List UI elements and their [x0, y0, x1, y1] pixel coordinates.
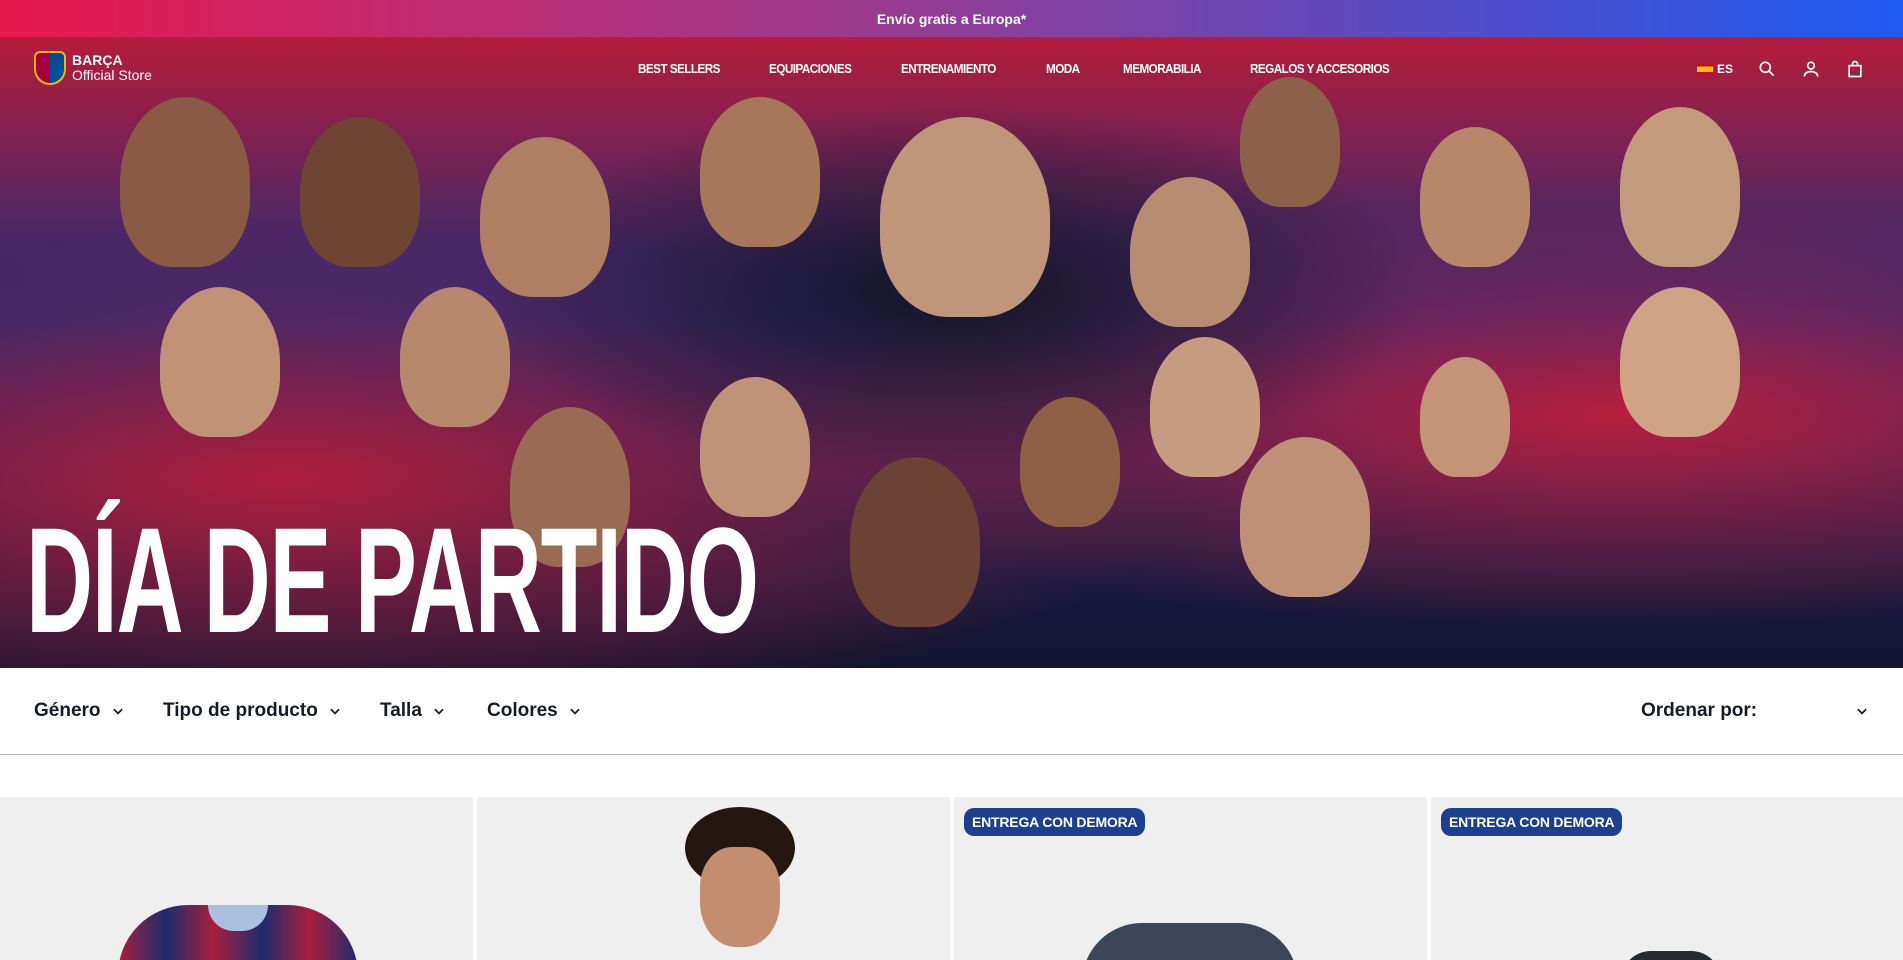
flag-es-icon — [1696, 63, 1713, 75]
search-icon[interactable] — [1757, 59, 1777, 79]
nav-entrenamiento[interactable]: ENTRENAMIENTO — [901, 61, 996, 76]
filter-label: Colores — [487, 700, 558, 721]
main-nav: BEST SELLERS EQUIPACIONES ENTRENAMIENTO … — [638, 61, 1444, 76]
nav-memorabilia[interactable]: MEMORABILIA — [1123, 61, 1201, 76]
site-header: BARÇA Official Store BEST SELLERS EQUIPA… — [0, 37, 1903, 101]
user-icon[interactable] — [1801, 59, 1821, 79]
product-card[interactable] — [0, 797, 473, 960]
filter-label: Talla — [380, 700, 422, 721]
product-image — [1082, 923, 1298, 960]
nav-regalos-accesorios[interactable]: REGALOS Y ACCESORIOS — [1250, 61, 1390, 76]
barca-crest-icon — [34, 51, 66, 85]
language-code: ES — [1716, 62, 1733, 76]
filter-colores[interactable]: Colores — [487, 700, 582, 722]
chevron-down-icon — [434, 708, 444, 715]
filter-bar: Género Tipo de producto Talla Colores Or… — [0, 668, 1903, 755]
product-image — [677, 807, 795, 960]
chevron-down-icon — [112, 708, 123, 715]
product-grid: ENTREGA CON DEMORA ENTREGA CON DEMORA — [0, 797, 1903, 960]
product-image — [1621, 951, 1721, 960]
nav-moda[interactable]: MODA — [1046, 61, 1080, 76]
filter-label: Tipo de producto — [163, 700, 318, 721]
product-image — [118, 905, 358, 960]
logo-title: BARÇA — [72, 52, 123, 68]
product-card[interactable]: ENTREGA CON DEMORA — [954, 797, 1427, 960]
language-selector[interactable]: ES — [1696, 62, 1733, 76]
filter-label: Género — [34, 700, 101, 721]
hero-title: DÍA DE PARTIDO — [26, 496, 759, 664]
promo-banner[interactable]: Envío gratis a Europa* — [0, 0, 1903, 37]
filter-tipo-producto[interactable]: Tipo de producto — [163, 700, 342, 722]
shopping-bag-icon[interactable] — [1845, 59, 1865, 79]
nav-equipaciones[interactable]: EQUIPACIONES — [769, 61, 852, 76]
hero-banner: DÍA DE PARTIDO — [0, 37, 1903, 668]
nav-best-sellers[interactable]: BEST SELLERS — [638, 61, 720, 76]
filter-talla[interactable]: Talla — [380, 700, 446, 722]
chevron-down-icon — [330, 708, 340, 715]
chevron-down-icon — [570, 708, 580, 715]
logo-subtitle: Official Store — [72, 67, 152, 83]
product-card[interactable] — [477, 797, 950, 960]
chevron-down-icon — [1857, 708, 1867, 715]
sort-label: Ordenar por: — [1641, 700, 1758, 721]
product-card[interactable]: ENTREGA CON DEMORA — [1431, 797, 1903, 960]
promo-text: Envío gratis a Europa* — [876, 10, 1027, 27]
delivery-delay-badge: ENTREGA CON DEMORA — [1441, 808, 1623, 836]
sort-dropdown[interactable]: Ordenar por: — [1641, 700, 1869, 722]
store-logo[interactable]: BARÇA Official Store — [34, 51, 152, 85]
delivery-delay-badge: ENTREGA CON DEMORA — [964, 808, 1146, 836]
filter-genero[interactable]: Género — [34, 700, 125, 722]
